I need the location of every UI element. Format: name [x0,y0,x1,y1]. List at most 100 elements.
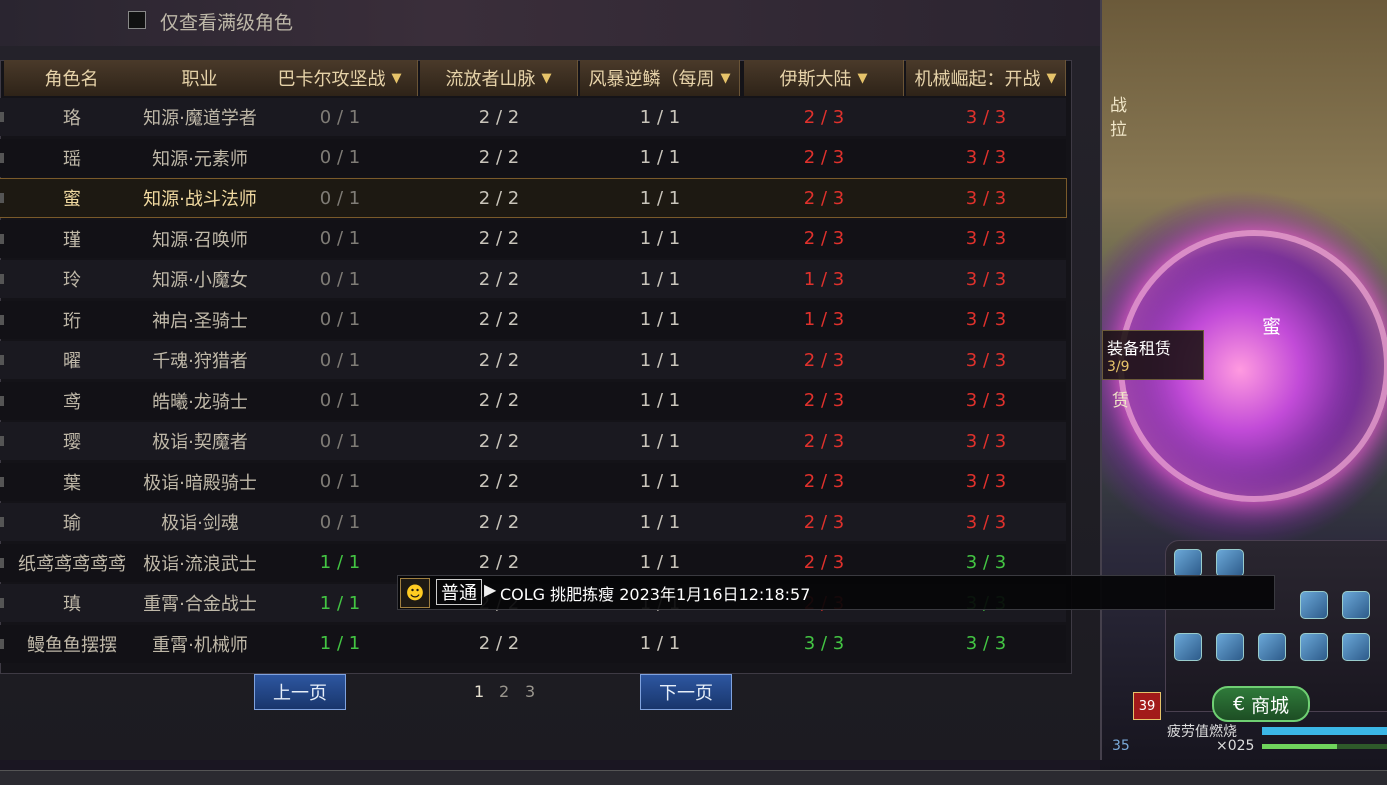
table-row[interactable]: 珞 知源·魔道学者 0 / 1 2 / 2 1 / 1 2 / 3 3 / 3 [0,98,1066,136]
col-header-mechanical[interactable]: 机械崛起：开战 ▼ [906,60,1066,96]
progress-cell: 1 / 1 [639,390,681,411]
progress-cell: 2 / 3 [803,228,845,249]
progress-cell: 1 / 3 [803,268,845,290]
progress-cell: 3 / 3 [965,187,1007,209]
tp-icon[interactable] [1342,633,1370,661]
coord-readout: 35 [1112,738,1130,754]
progress-cell: 1 / 1 [319,633,361,654]
character-name-cell: 瑾 [63,229,81,251]
progress-cell: 3 / 3 [965,106,1007,128]
table-row[interactable]: 鳗鱼鱼摆摆 重霄·机械师 1 / 1 2 / 2 1 / 1 3 / 3 3 / 3 [0,624,1066,663]
job-cell: 知源·小魔女 [152,270,248,291]
progress-cell: 3 / 3 [965,228,1007,249]
progress-cell: 2 / 2 [478,511,520,533]
max-level-checkbox[interactable] [128,11,146,29]
scene-side-text: 战 拉 [1110,94,1127,142]
dropdown-arrow-icon: ▼ [857,70,868,86]
table-row[interactable]: 瑶 知源·元素师 0 / 1 2 / 2 1 / 1 2 / 3 3 / 3 [0,138,1066,177]
prev-page-button[interactable]: 上一页 [254,674,346,710]
equipment-rental-box[interactable]: 装备租赁 3/9 [1102,330,1204,380]
clipboard-icon[interactable] [1174,633,1202,661]
col-header-is-continent[interactable]: 伊斯大陆 ▼ [744,60,904,96]
col-header-job[interactable]: 职业 [136,60,264,96]
calendar-icon[interactable] [1342,591,1370,619]
progress-cell: 1 / 3 [803,309,845,330]
progress-cell: 2 / 3 [803,390,845,411]
item-count: ×025 [1216,738,1255,754]
avatar-icon[interactable] [1300,633,1328,661]
progress-cell: 3 / 3 [965,309,1007,330]
character-name-cell: 玲 [63,270,81,291]
notes-icon[interactable] [1216,633,1244,661]
character-name-cell: 鳗鱼鱼摆摆 [27,634,117,656]
face-icon[interactable] [1300,591,1328,619]
page-2-link[interactable]: 2 [499,682,509,701]
progress-cell: 0 / 1 [319,430,361,452]
shop-button[interactable]: € 商城 [1212,686,1310,722]
progress-cell: 3 / 3 [965,147,1007,168]
table-row[interactable]: 瑜 极诣·剑魂 0 / 1 2 / 2 1 / 1 2 / 3 3 / 3 [0,503,1066,541]
progress-cell: 0 / 1 [319,309,361,330]
table-row[interactable]: 玲 知源·小魔女 0 / 1 2 / 2 1 / 1 1 / 3 3 / 3 [0,260,1066,298]
dropdown-arrow-icon: ▼ [720,70,731,86]
scene-side-text-1: 战 [1110,96,1127,116]
progress-cell: 1 / 1 [639,430,681,452]
progress-cell: 2 / 3 [803,349,845,371]
progress-cell: 2 / 2 [478,187,520,209]
dropdown-arrow-icon: ▼ [391,70,402,86]
progress-cell: 3 / 3 [803,633,845,654]
table-row[interactable]: 珩 神启·圣骑士 0 / 1 2 / 2 1 / 1 1 / 3 3 / 3 [0,300,1066,339]
job-cell: 知源·魔道学者 [143,108,257,129]
character-name-cell: 瑶 [63,148,81,170]
table-row[interactable]: 葉 极诣·暗殿骑士 0 / 1 2 / 2 1 / 1 2 / 3 3 / 3 [0,462,1066,501]
shop-label: 商城 [1251,694,1290,717]
progress-cell: 0 / 1 [319,106,361,128]
progress-cell: 1 / 1 [639,309,681,330]
table-row[interactable]: 鸢 皓曦·龙骑士 0 / 1 2 / 2 1 / 1 2 / 3 3 / 3 [0,381,1066,420]
scene-side-text-2: 拉 [1110,120,1127,140]
rent-count: 3/9 [1107,359,1130,375]
table-row[interactable]: 璎 极诣·契魔者 0 / 1 2 / 2 1 / 1 2 / 3 3 / 3 [0,422,1066,460]
dungeon-icon[interactable] [1258,633,1286,661]
progress-cell: 3 / 3 [965,390,1007,411]
col-header-storm[interactable]: 风暴逆鳞（每周 ▼ [580,60,740,96]
table-row[interactable]: 瑾 知源·召唤师 0 / 1 2 / 2 1 / 1 2 / 3 3 / 3 [0,219,1066,258]
table-row[interactable]: 蜜 知源·战斗法师 0 / 1 2 / 2 1 / 1 2 / 3 3 / 3 [0,178,1067,218]
scene-lease-text: 赁 [1112,391,1129,411]
fatigue-bar [1262,727,1387,735]
max-level-checkbox-label[interactable]: 仅查看满级角色 [160,8,293,35]
progress-cell: 3 / 3 [965,633,1007,654]
chat-channel-tag[interactable]: 普通 [436,579,482,605]
chat-message[interactable]: ☻ 普通 ▶ COLG 挑肥拣瘦 2023年1月16日12:18:57 [397,575,1275,610]
character-name-cell: 瑱 [63,594,81,615]
page-3-link[interactable]: 3 [525,682,535,701]
progress-cell: 2 / 3 [803,471,845,492]
progress-cell: 2 / 2 [478,106,520,128]
progress-cell: 1 / 1 [639,471,681,492]
job-cell: 极诣·流浪武士 [143,553,257,575]
mail-icon[interactable] [1216,549,1244,577]
col-header-name[interactable]: 角色名 [4,60,140,96]
progress-cell: 2 / 2 [478,268,520,290]
progress-cell: 2 / 2 [478,471,520,492]
progress-cell: 1 / 1 [639,511,681,533]
progress-cell: 2 / 2 [478,309,520,330]
job-cell: 皓曦·龙骑士 [152,391,248,413]
character-name-cell: 珩 [63,310,81,332]
next-page-button[interactable]: 下一页 [640,674,732,710]
exp-bar-fill [1262,744,1337,749]
bottom-bar [0,770,1387,785]
character-name: 蜜 [1262,316,1282,338]
shop-icon: € [1232,693,1246,715]
col-header-exile-mountains[interactable]: 流放者山脉 ▼ [420,60,578,96]
smiley-icon[interactable]: ☻ [400,578,430,608]
progress-cell: 0 / 1 [319,471,361,492]
exp-bar [1262,744,1387,749]
flame-icon[interactable] [1174,549,1202,577]
progress-cell: 3 / 3 [965,471,1007,492]
page-1-link[interactable]: 1 [474,682,484,701]
table-row[interactable]: 曜 千魂·狩猎者 0 / 1 2 / 2 1 / 1 2 / 3 3 / 3 [0,341,1066,379]
character-progress-panel: 仅查看满级角色 角色名 职业 巴卡尔攻坚战 ▼ 流放者山脉 ▼ 风暴逆鳞（每周 ▼ 伊… [0,0,1102,760]
character-name-cell: 葉 [63,472,81,494]
col-header-bakal[interactable]: 巴卡尔攻坚战 ▼ [262,60,418,96]
